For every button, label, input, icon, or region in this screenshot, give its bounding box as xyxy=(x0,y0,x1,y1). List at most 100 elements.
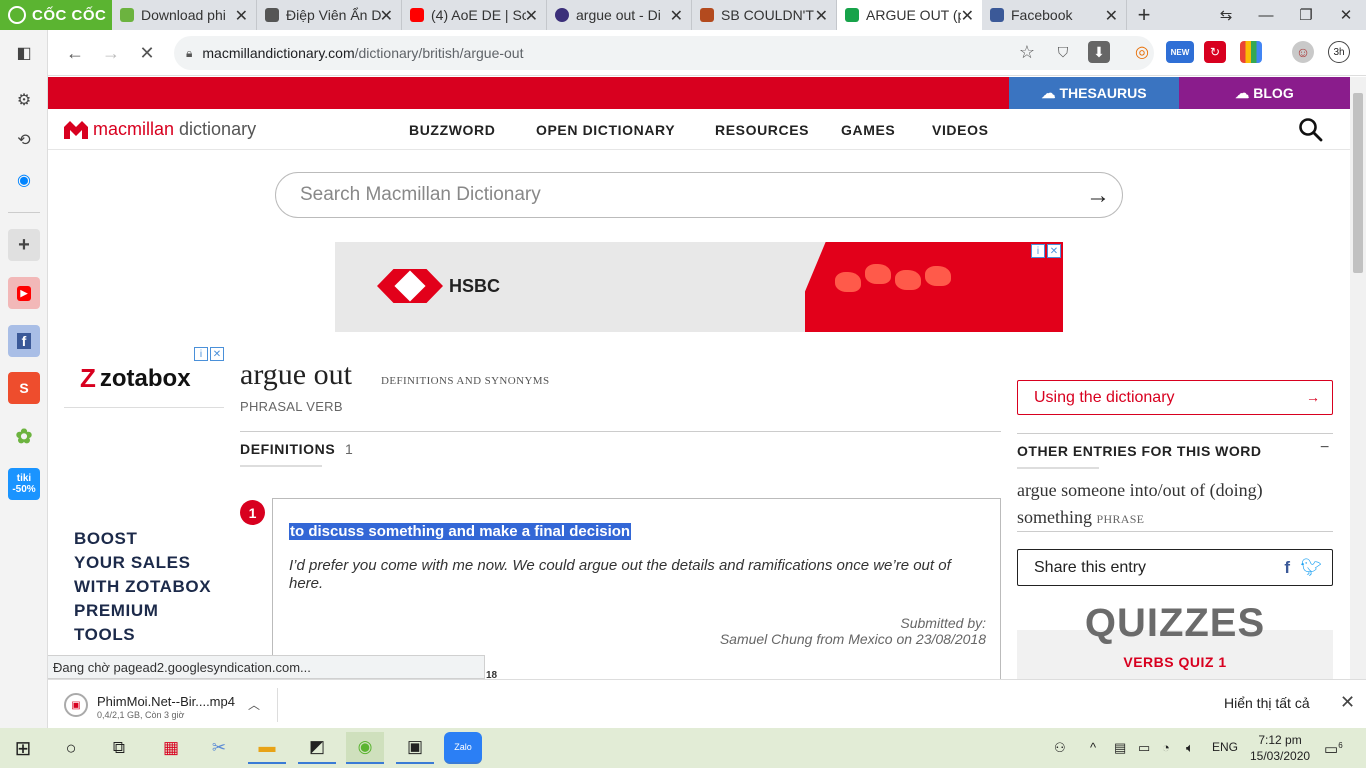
twitter-share-icon[interactable]: 🐦︎ xyxy=(1300,558,1322,578)
tray-app-icon[interactable]: ▤ xyxy=(1114,740,1126,756)
close-tab-icon[interactable]: ✕ xyxy=(380,6,393,26)
search-circle-icon[interactable]: ○ xyxy=(52,732,90,764)
chevron-up-icon[interactable]: ︿ xyxy=(248,696,260,713)
ad-choices[interactable]: i ✕ xyxy=(1031,244,1061,258)
profile-avatar[interactable]: ☺ xyxy=(1292,41,1314,63)
dictionary-search-input[interactable]: Search Macmillan Dictionary → xyxy=(275,172,1123,218)
nav-resources[interactable]: RESOURCES xyxy=(715,122,809,138)
bookmark-star-icon[interactable]: ☆ xyxy=(1016,41,1038,63)
search-submit-arrow-icon[interactable]: → xyxy=(1086,182,1110,210)
system-clock[interactable]: 7:12 pm 15/03/2020 xyxy=(1250,732,1310,764)
volume-icon[interactable]: 🔈︎ xyxy=(1186,740,1194,756)
macmillan-logo[interactable]: macmillan dictionary xyxy=(64,119,256,140)
ad-close-icon[interactable]: ✕ xyxy=(210,347,224,361)
tab-diep-vien[interactable]: Điệp Viên Ẩn D ✕ xyxy=(257,0,402,30)
red-extension-icon[interactable]: ↻ xyxy=(1204,41,1226,63)
zotabox-side-ad[interactable]: i ✕ Zzotabox BOOST YOUR SALES WITH ZOTAB… xyxy=(64,347,224,679)
scrollbar-thumb[interactable] xyxy=(1353,93,1363,273)
facebook-app-icon[interactable]: f xyxy=(8,325,40,357)
tab-download-phim[interactable]: Download phi ✕ xyxy=(112,0,257,30)
new-tab-button[interactable]: + xyxy=(1127,0,1161,30)
battery-icon[interactable]: ▭ xyxy=(1138,740,1150,756)
settings-gear-icon[interactable]: ⚙ xyxy=(9,85,39,115)
tab-argue-out-dictionary[interactable]: argue out - Di ✕ xyxy=(547,0,692,30)
tab-argue-out-active[interactable]: ARGUE OUT (p ✕ xyxy=(837,0,982,30)
using-the-dictionary-button[interactable]: Using the dictionary → xyxy=(1017,380,1333,415)
ad-choices[interactable]: i ✕ xyxy=(194,347,224,361)
nav-videos[interactable]: VIDEOS xyxy=(932,122,989,138)
hsbc-label: HSBC xyxy=(449,275,501,296)
back-arrow-icon[interactable]: ← xyxy=(62,40,88,66)
maximize-button[interactable]: ❐ xyxy=(1286,0,1326,30)
colorful-extension-icon[interactable] xyxy=(1240,41,1262,63)
nav-buzzword[interactable]: BUZZWORD xyxy=(409,122,495,138)
tiki-app-icon[interactable]: tiki -50% xyxy=(8,468,40,500)
tab-definitions[interactable]: DEFINITIONS xyxy=(240,441,335,457)
close-tab-icon[interactable]: ✕ xyxy=(525,6,538,26)
coccoc-menu-button[interactable]: CỐC CỐC xyxy=(0,0,112,30)
shield-icon[interactable]: ⛉ xyxy=(1052,41,1074,63)
status-bar: Đang chờ pagead2.googlesyndication.com..… xyxy=(48,655,485,679)
close-shelf-icon[interactable]: ✕ xyxy=(1340,692,1355,713)
file-explorer-icon[interactable]: ▬ xyxy=(248,732,286,764)
verbs-quiz-link[interactable]: VERBS QUIZ 1 xyxy=(1017,654,1333,670)
people-icon[interactable]: ⚇ xyxy=(1054,740,1066,756)
collapse-minus-icon[interactable]: − xyxy=(1320,439,1329,457)
ad-close-icon[interactable]: ✕ xyxy=(1047,244,1061,258)
thesaurus-link[interactable]: ☁ THESAURUS xyxy=(1009,77,1179,109)
coccoc-app-icon[interactable]: ✿ xyxy=(8,420,40,452)
close-tab-icon[interactable]: ✕ xyxy=(815,6,828,26)
tab-sb-couldnt[interactable]: SB COULDN'T ✕ xyxy=(692,0,837,30)
windows-start-icon[interactable]: ⊞ xyxy=(4,732,42,764)
ad-info-icon[interactable]: i xyxy=(194,347,208,361)
page-scrollbar[interactable] xyxy=(1350,77,1366,679)
tab-facebook[interactable]: Facebook ✕ xyxy=(982,0,1127,30)
timer-badge[interactable]: 3h xyxy=(1328,41,1350,63)
close-tab-icon[interactable]: ✕ xyxy=(235,6,248,26)
heading-underline xyxy=(1017,467,1099,469)
search-icon[interactable] xyxy=(1298,117,1324,143)
language-indicator[interactable]: ENG xyxy=(1212,740,1238,754)
add-app-icon[interactable]: + xyxy=(8,229,40,261)
show-all-downloads-link[interactable]: Hiển thị tất cả xyxy=(1224,695,1310,711)
nav-games[interactable]: GAMES xyxy=(841,122,895,138)
stop-loading-icon[interactable]: ✕ xyxy=(134,40,160,66)
download-file-name[interactable]: PhimMoi.Net--Bir....mp4 xyxy=(97,694,235,709)
task-view-icon[interactable]: ⧉ xyxy=(100,732,138,764)
hsbc-banner-ad[interactable]: HSBC i ✕ xyxy=(335,242,1063,332)
restore-tabs-icon[interactable]: ⇆ xyxy=(1206,0,1246,30)
new-extension-badge[interactable]: NEW xyxy=(1166,41,1194,63)
other-entry-link[interactable]: argue someone into/out of (doing) someth… xyxy=(1017,477,1327,533)
ad-info-icon[interactable]: i xyxy=(1031,244,1045,258)
url-field[interactable]: 🔒︎ macmillandictionary.com/dictionary/br… xyxy=(174,36,1154,70)
facebook-share-icon[interactable]: f xyxy=(1284,558,1290,578)
sidebar-divider xyxy=(1017,531,1333,532)
app-taskbar-icon[interactable]: ▣ xyxy=(396,732,434,764)
download-progress-icon: ▣ xyxy=(64,693,88,717)
show-hidden-icons-chevron[interactable]: ^ xyxy=(1090,740,1096,755)
close-tab-icon[interactable]: ✕ xyxy=(670,6,683,26)
sticky-notes-icon[interactable]: ◩ xyxy=(298,732,336,764)
coccoc-taskbar-icon[interactable]: ◉ xyxy=(346,732,384,764)
definitions-count: 1 xyxy=(345,441,353,457)
wifi-icon[interactable]: ◔ xyxy=(1162,740,1170,755)
history-icon[interactable]: ⟲ xyxy=(9,125,39,155)
close-window-button[interactable]: ✕ xyxy=(1326,0,1366,30)
chrome-extension-icon[interactable]: ◎ xyxy=(1131,41,1153,63)
sidebar-toggle-icon[interactable]: ◧ xyxy=(9,38,39,68)
close-tab-icon[interactable]: ✕ xyxy=(1105,6,1118,26)
forward-arrow-icon[interactable]: → xyxy=(98,40,124,66)
paint-app-icon[interactable]: ▦ xyxy=(152,732,190,764)
blog-link[interactable]: ☁ BLOG xyxy=(1179,77,1350,109)
messenger-icon[interactable]: ◉ xyxy=(9,165,39,195)
zalo-taskbar-icon[interactable]: Zalo xyxy=(444,732,482,764)
youtube-app-icon[interactable]: ▶ xyxy=(8,277,40,309)
minimize-button[interactable]: — xyxy=(1246,0,1286,30)
download-icon[interactable]: ⬇ xyxy=(1088,41,1110,63)
notification-center-icon[interactable]: ▭6 xyxy=(1324,740,1343,758)
shopee-app-icon[interactable]: S xyxy=(8,372,40,404)
close-tab-icon[interactable]: ✕ xyxy=(961,6,974,26)
snipping-app-icon[interactable]: ✂ xyxy=(200,732,238,764)
tab-youtube-aoe[interactable]: (4) AoE DE | Sc ✕ xyxy=(402,0,547,30)
nav-open-dictionary[interactable]: OPEN DICTIONARY xyxy=(536,122,675,138)
